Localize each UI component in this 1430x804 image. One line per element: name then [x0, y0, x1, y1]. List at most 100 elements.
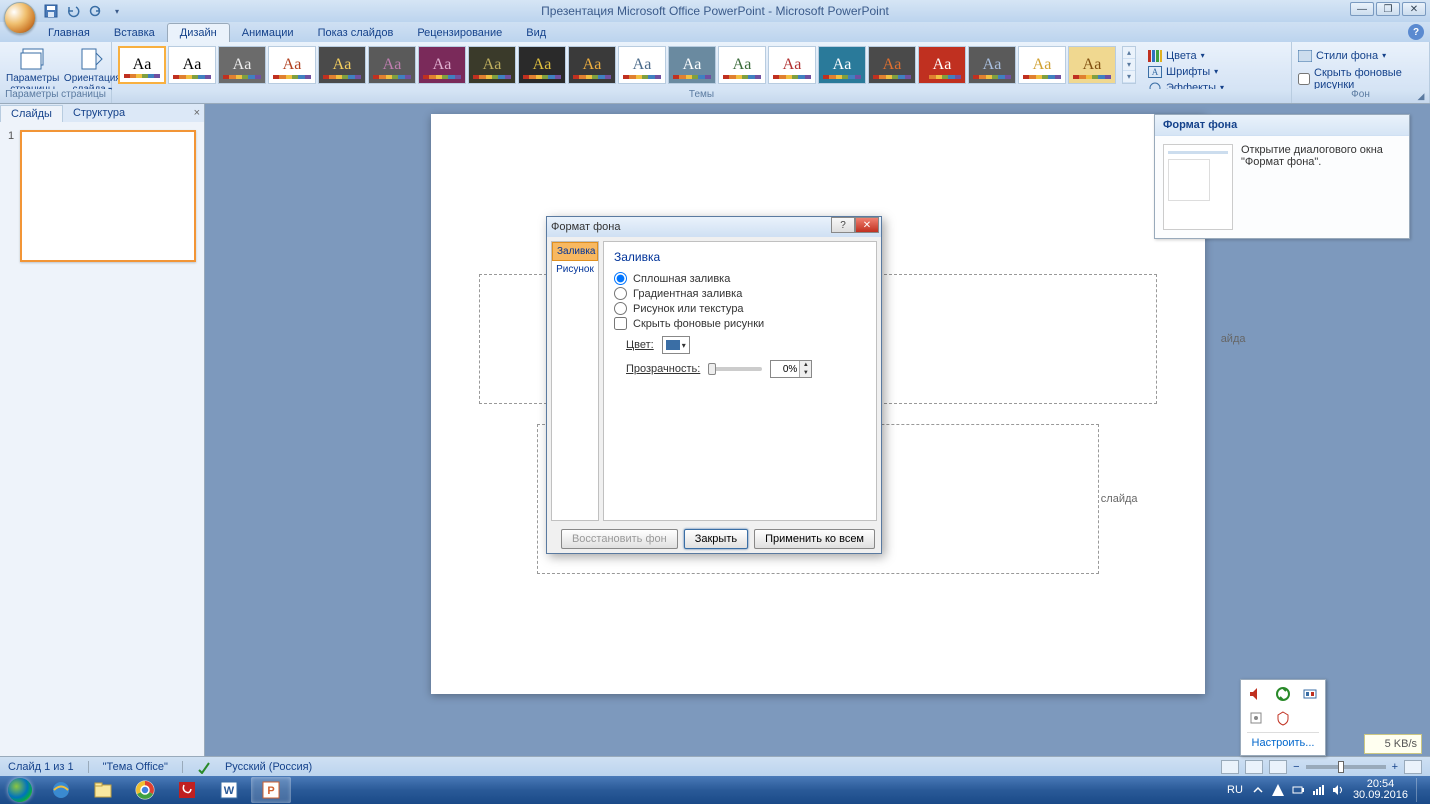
- taskbar-ie[interactable]: [41, 777, 81, 803]
- help-icon[interactable]: ?: [1408, 24, 1424, 40]
- zoom-thumb[interactable]: [1338, 761, 1344, 773]
- theme-thumbnail[interactable]: Aa: [418, 46, 466, 84]
- dialog-titlebar[interactable]: Формат фона ? ✕: [547, 217, 881, 237]
- theme-thumbnail[interactable]: Aa: [1068, 46, 1116, 84]
- spellcheck-icon[interactable]: [197, 760, 211, 774]
- theme-thumbnail[interactable]: Aa: [918, 46, 966, 84]
- theme-thumbnail[interactable]: Aa: [568, 46, 616, 84]
- dialog-tab-picture[interactable]: Рисунок: [552, 261, 598, 278]
- office-button[interactable]: [4, 2, 36, 34]
- transparency-slider[interactable]: [708, 367, 762, 371]
- theme-colors-button[interactable]: Цвета ▾: [1148, 48, 1224, 63]
- security-icon[interactable]: [1275, 710, 1291, 726]
- hide-bg-graphics-input[interactable]: [1298, 73, 1310, 85]
- theme-thumbnail[interactable]: Aa: [268, 46, 316, 84]
- taskbar-chrome[interactable]: [125, 777, 165, 803]
- opt-hide-bg[interactable]: Скрыть фоновые рисунки: [614, 317, 866, 330]
- themes-gallery-more[interactable]: ▴ ▾ ▾: [1122, 46, 1136, 84]
- view-slideshow-button[interactable]: [1269, 760, 1287, 774]
- theme-thumbnail[interactable]: Aa: [868, 46, 916, 84]
- theme-fonts-button[interactable]: A Шрифты ▾: [1148, 64, 1224, 79]
- theme-thumbnail[interactable]: Aa: [168, 46, 216, 84]
- slide-thumbnail[interactable]: [20, 130, 196, 262]
- tab-home[interactable]: Главная: [36, 24, 102, 42]
- view-normal-button[interactable]: [1221, 760, 1239, 774]
- color-picker-button[interactable]: ▾: [662, 336, 690, 354]
- status-language[interactable]: Русский (Россия): [225, 761, 312, 773]
- tab-animations[interactable]: Анимации: [230, 24, 306, 42]
- theme-thumbnail[interactable]: Aa: [668, 46, 716, 84]
- tray-volume-icon[interactable]: [1331, 783, 1345, 797]
- tab-review[interactable]: Рецензирование: [405, 24, 514, 42]
- tray-action-center-icon[interactable]: [1271, 783, 1285, 797]
- tab-view[interactable]: Вид: [514, 24, 558, 42]
- tray-network-icon[interactable]: [1311, 783, 1325, 797]
- sync-icon[interactable]: [1275, 686, 1291, 702]
- theme-thumbnail[interactable]: Aa: [368, 46, 416, 84]
- slide-panel-close-icon[interactable]: ×: [194, 107, 200, 119]
- gallery-row-up-icon[interactable]: ▴: [1123, 47, 1135, 59]
- slide-thumb-row[interactable]: 1: [8, 130, 196, 262]
- opt-solid-fill[interactable]: Сплошная заливка: [614, 272, 866, 285]
- close-button[interactable]: ✕: [1402, 2, 1426, 16]
- theme-thumbnail[interactable]: Aa: [1018, 46, 1066, 84]
- repeat-icon[interactable]: [86, 2, 104, 20]
- taskbar-acrobat[interactable]: [167, 777, 207, 803]
- theme-thumbnail[interactable]: Aa: [318, 46, 366, 84]
- slider-thumb[interactable]: [708, 363, 716, 375]
- network-monitor-icon[interactable]: [1302, 686, 1318, 702]
- theme-thumbnail[interactable]: Aa: [718, 46, 766, 84]
- opt-gradient-fill[interactable]: Градиентная заливка: [614, 287, 866, 300]
- background-styles-button[interactable]: Стили фона ▾: [1298, 48, 1386, 63]
- close-dialog-button[interactable]: Закрыть: [684, 529, 748, 549]
- zoom-fit-button[interactable]: [1404, 760, 1422, 774]
- theme-thumbnail[interactable]: Aa: [618, 46, 666, 84]
- taskbar-clock[interactable]: 20:54 30.09.2016: [1353, 779, 1408, 801]
- tray-power-icon[interactable]: [1291, 783, 1305, 797]
- gallery-row-down-icon[interactable]: ▾: [1123, 59, 1135, 71]
- theme-thumbnail[interactable]: Aa: [468, 46, 516, 84]
- zoom-out-button[interactable]: −: [1293, 761, 1299, 773]
- dialog-tab-fill[interactable]: Заливка: [552, 242, 598, 261]
- hide-bg-graphics-checkbox[interactable]: Скрыть фоновые рисунки: [1298, 67, 1423, 91]
- tray-customize-link[interactable]: Настроить...: [1247, 732, 1319, 749]
- zoom-slider[interactable]: [1306, 765, 1386, 769]
- volume-icon[interactable]: [1248, 686, 1264, 702]
- show-desktop-button[interactable]: [1416, 778, 1422, 802]
- device-icon[interactable]: [1248, 710, 1264, 726]
- tray-show-hidden-icon[interactable]: [1251, 783, 1265, 797]
- minimize-button[interactable]: —: [1350, 2, 1374, 16]
- background-dialog-launcher-icon[interactable]: ◢: [1415, 90, 1427, 102]
- opt-picture-fill[interactable]: Рисунок или текстура: [614, 302, 866, 315]
- save-icon[interactable]: [42, 2, 60, 20]
- theme-thumbnail[interactable]: Aa: [218, 46, 266, 84]
- dialog-close-button[interactable]: ✕: [855, 217, 879, 233]
- transparency-spinner[interactable]: ▲▼: [770, 360, 812, 378]
- spin-down-icon[interactable]: ▼: [800, 369, 811, 377]
- zoom-in-button[interactable]: +: [1392, 761, 1398, 773]
- transparency-input[interactable]: [771, 361, 799, 377]
- start-button[interactable]: [0, 776, 40, 804]
- theme-thumbnail[interactable]: Aa: [818, 46, 866, 84]
- language-indicator[interactable]: RU: [1227, 784, 1243, 796]
- theme-thumbnail[interactable]: Aa: [768, 46, 816, 84]
- theme-thumbnail[interactable]: Aa: [518, 46, 566, 84]
- taskbar-explorer[interactable]: [83, 777, 123, 803]
- view-sorter-button[interactable]: [1245, 760, 1263, 774]
- dialog-help-button[interactable]: ?: [831, 217, 855, 233]
- page-setup-button[interactable]: Параметры страницы: [6, 45, 59, 95]
- tab-design[interactable]: Дизайн: [167, 23, 230, 42]
- outline-tab[interactable]: Структура: [63, 105, 135, 121]
- tab-slideshow[interactable]: Показ слайдов: [306, 24, 406, 42]
- apply-all-button[interactable]: Применить ко всем: [754, 529, 875, 549]
- slides-tab[interactable]: Слайды: [0, 105, 63, 122]
- undo-icon[interactable]: [64, 2, 82, 20]
- theme-thumbnail[interactable]: Aa: [968, 46, 1016, 84]
- restore-button[interactable]: ❐: [1376, 2, 1400, 16]
- gallery-expand-icon[interactable]: ▾: [1123, 71, 1135, 83]
- theme-thumbnail[interactable]: Aa: [118, 46, 166, 84]
- qat-more-icon[interactable]: ▾: [108, 2, 126, 20]
- taskbar-word[interactable]: W: [209, 777, 249, 803]
- reset-background-button[interactable]: Восстановить фон: [561, 529, 678, 549]
- tab-insert[interactable]: Вставка: [102, 24, 167, 42]
